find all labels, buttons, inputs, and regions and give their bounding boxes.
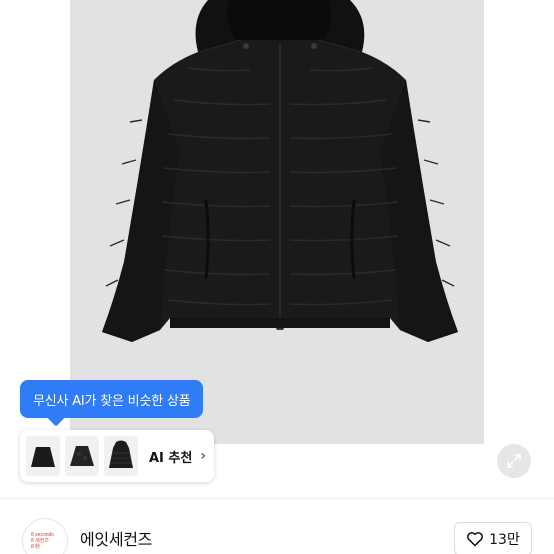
expand-arrows-icon (507, 454, 521, 468)
brand-name[interactable]: 에잇세컨즈 (80, 526, 152, 550)
brand-logo-line-3: 8 秒 (31, 544, 41, 550)
ai-similar-tooltip: 무신사 AI가 찾은 비슷한 상품 (20, 380, 204, 427)
product-page: 무신사 AI가 찾은 비슷한 상품 AI 추천 › 8 seconds 8 세컨… (0, 0, 554, 554)
section-divider (0, 498, 554, 499)
jacket-illustration (70, 0, 484, 444)
chevron-right-icon: › (200, 448, 206, 464)
tooltip-tail (47, 409, 65, 427)
similar-product-thumb-2[interactable] (65, 436, 99, 476)
heart-outline-icon (467, 532, 484, 547)
ai-recommend-strip[interactable]: AI 추천 › (20, 430, 214, 482)
ai-recommend-label: AI 추천 (149, 450, 193, 466)
similar-product-thumb-3[interactable] (104, 436, 138, 476)
brand-logo[interactable]: 8 seconds 8 세컨즈 8 秒 (22, 518, 68, 554)
ai-tooltip-text: 무신사 AI가 찾은 비슷한 상품 (33, 393, 191, 409)
like-button[interactable]: 13만 (454, 522, 532, 554)
expand-image-button[interactable] (497, 444, 531, 478)
product-image[interactable] (70, 0, 484, 444)
similar-product-thumb-1[interactable] (26, 436, 60, 476)
like-count: 13만 (489, 532, 520, 548)
brand-row: 8 seconds 8 세컨즈 8 秒 에잇세컨즈 13만 (22, 518, 532, 554)
